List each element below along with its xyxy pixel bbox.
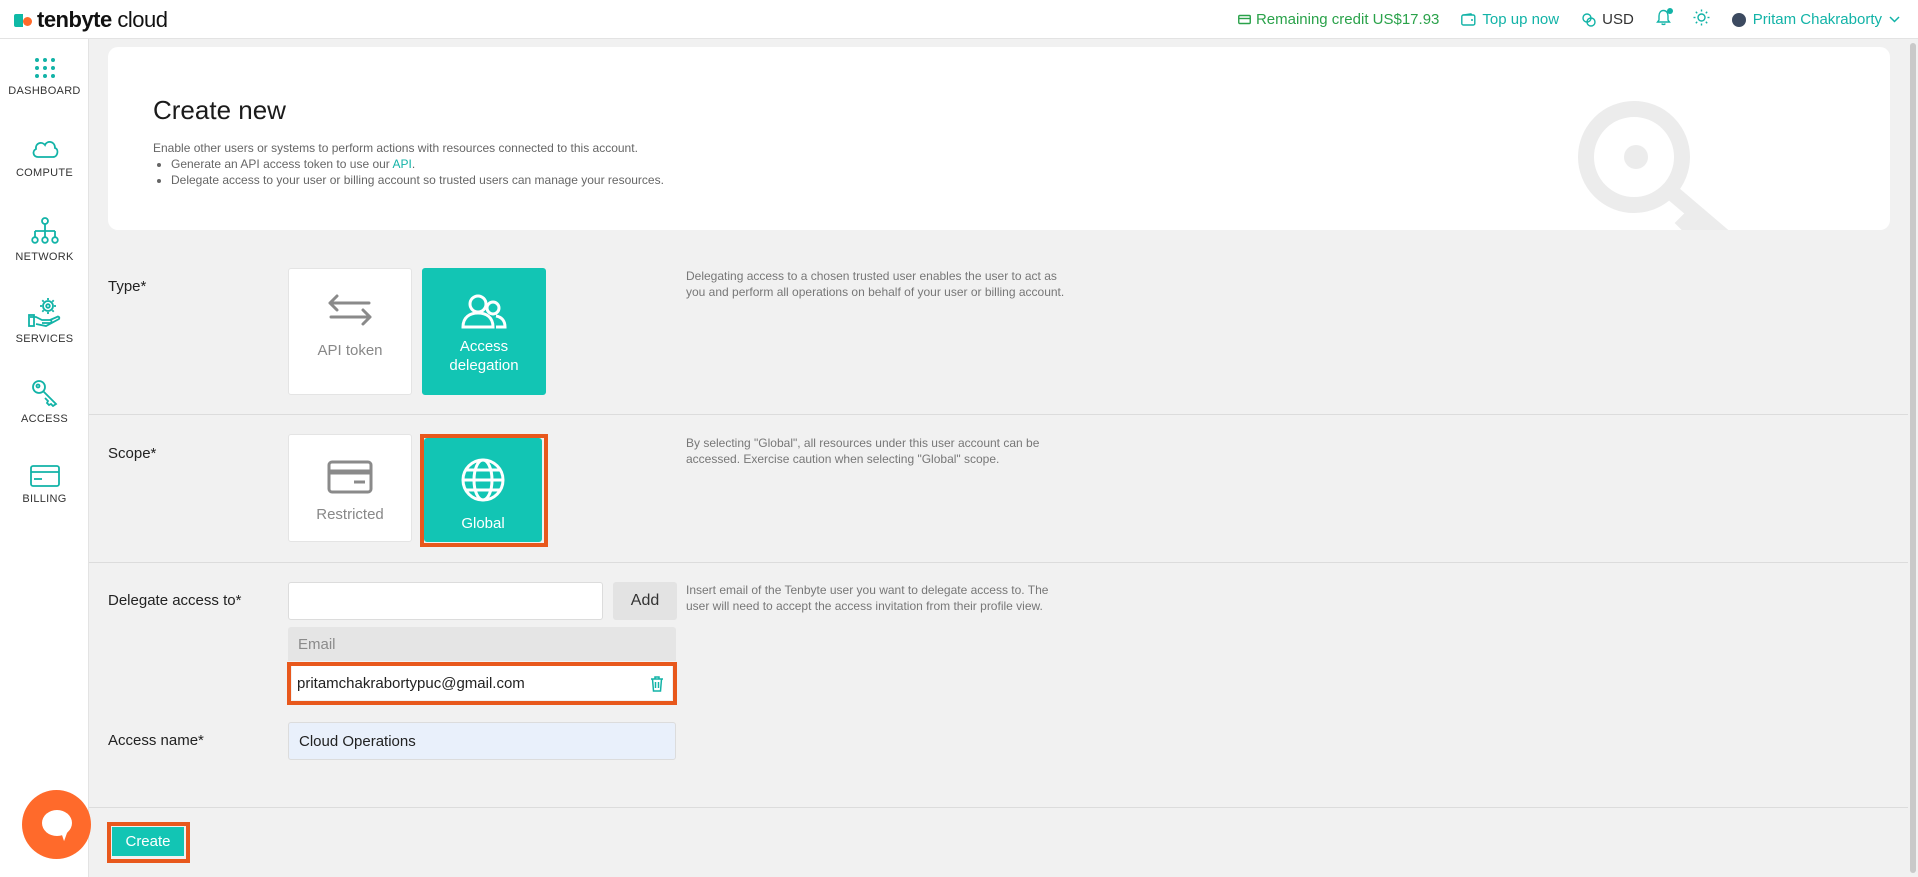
delegate-email-input[interactable] xyxy=(288,582,603,620)
chevron-down-icon xyxy=(1889,16,1900,23)
credit-card-icon xyxy=(1237,14,1251,25)
scope-help-text: By selecting "Global", all resources und… xyxy=(686,436,1040,466)
card-icon xyxy=(327,460,373,494)
divider xyxy=(89,414,1918,415)
sidebar-item-services[interactable]: SERVICES xyxy=(0,297,89,345)
logo-mark-icon xyxy=(14,12,34,28)
sidebar-item-label: COMPUTE xyxy=(15,167,74,179)
sidebar-item-access[interactable]: ACCESS xyxy=(0,379,89,425)
sidebar-item-dashboard[interactable]: DASHBOARD xyxy=(0,57,89,97)
type-label: Type* xyxy=(108,278,147,295)
page-description: Enable other users or systems to perform… xyxy=(153,140,664,188)
chat-bubble-tail xyxy=(56,828,68,842)
brand-name: tenbyte cloud xyxy=(37,7,168,32)
divider xyxy=(89,562,1918,563)
access-delegation-label: Access delegation xyxy=(449,338,519,374)
scope-restricted-option[interactable]: Restricted xyxy=(288,434,412,542)
currency-selector[interactable]: USD xyxy=(1581,11,1634,28)
swap-arrows-icon xyxy=(328,294,372,326)
type-access-delegation-option[interactable]: Access delegation xyxy=(422,268,546,395)
top-up-text: Top up now xyxy=(1482,11,1560,28)
api-token-label: API token xyxy=(317,342,383,359)
theme-toggle[interactable] xyxy=(1693,9,1710,30)
restricted-label: Restricted xyxy=(316,506,384,523)
chat-bubble-icon xyxy=(42,810,72,836)
divider xyxy=(89,807,1918,808)
scope-label: Scope* xyxy=(108,445,157,462)
email-table-header: Email xyxy=(288,627,676,661)
type-api-token-option[interactable]: API token xyxy=(288,268,412,395)
coins-icon xyxy=(1582,12,1596,27)
api-link[interactable]: API xyxy=(392,157,411,171)
scrollbar-thumb[interactable] xyxy=(1910,43,1916,873)
description-text: Enable other users or systems to perform… xyxy=(153,141,638,155)
wallet-icon xyxy=(1461,13,1476,26)
card-icon xyxy=(29,465,60,487)
delegate-help-text: Insert email of the Tenbyte user you wan… xyxy=(686,583,1049,613)
scrollbar[interactable] xyxy=(1908,39,1918,877)
access-name-label: Access name* xyxy=(108,732,204,749)
sidebar-item-label: ACCESS xyxy=(20,413,69,425)
users-icon xyxy=(461,294,507,329)
sidebar-item-label: SERVICES xyxy=(15,333,74,345)
sidebar: DASHBOARD COMPUTE NETWORK SERVICES ACCES… xyxy=(0,39,89,877)
global-highlight xyxy=(420,434,548,547)
hero-card: Create new Enable other users or systems… xyxy=(108,47,1890,230)
notification-dot xyxy=(1666,8,1673,14)
currency-text: USD xyxy=(1602,11,1634,28)
sun-icon xyxy=(1693,9,1710,26)
avatar xyxy=(1731,12,1746,27)
remaining-credit[interactable]: Remaining credit US$17.93 xyxy=(1237,11,1440,28)
user-menu[interactable]: Pritam Chakraborty xyxy=(1731,11,1900,28)
key-watermark-icon xyxy=(1578,101,1729,230)
create-highlight xyxy=(107,822,190,863)
brand-logo[interactable]: tenbyte cloud xyxy=(14,7,168,33)
bullet-api: Generate an API access token to use our … xyxy=(171,156,664,172)
delegate-label: Delegate access to* xyxy=(108,592,242,609)
sidebar-item-compute[interactable]: COMPUTE xyxy=(0,137,89,179)
page-title: Create new xyxy=(153,95,286,125)
add-button[interactable]: Add xyxy=(613,582,677,620)
bullet-delegate: Delegate access to your user or billing … xyxy=(171,172,664,188)
key-icon xyxy=(31,380,57,407)
network-icon xyxy=(30,217,59,244)
user-name: Pritam Chakraborty xyxy=(1752,11,1882,28)
access-name-input[interactable]: Cloud Operations xyxy=(288,722,676,760)
grid-icon xyxy=(34,58,55,78)
sidebar-item-network[interactable]: NETWORK xyxy=(0,217,89,263)
top-bar: tenbyte cloud Remaining credit US$17.93 … xyxy=(0,0,1918,39)
sidebar-item-label: DASHBOARD xyxy=(8,85,81,97)
credit-text: Remaining credit US$17.93 xyxy=(1255,11,1440,28)
sidebar-item-label: BILLING xyxy=(22,493,67,505)
chat-widget-button[interactable] xyxy=(22,790,91,859)
email-highlight xyxy=(287,662,677,705)
type-help-text: Delegating access to a chosen trusted us… xyxy=(686,269,1065,299)
sidebar-item-label: NETWORK xyxy=(15,251,74,263)
notifications-button[interactable] xyxy=(1655,8,1673,30)
sidebar-item-billing[interactable]: BILLING xyxy=(0,465,89,505)
cloud-icon xyxy=(32,141,58,158)
top-up-link[interactable]: Top up now xyxy=(1461,11,1559,28)
services-icon xyxy=(27,298,60,327)
